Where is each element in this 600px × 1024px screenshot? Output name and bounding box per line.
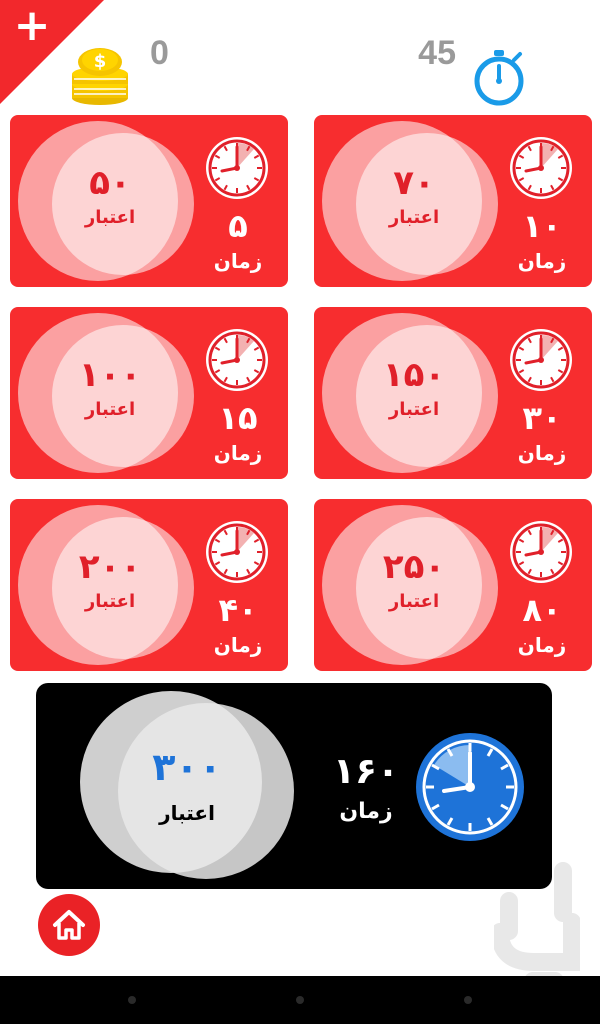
credit-value: ۷۰ [393,163,435,203]
time-value: ۵ [228,207,248,245]
featured-time-label: زمان [339,799,393,824]
clock-icon [204,327,270,393]
time-label: زمان [517,441,567,465]
home-icon [53,910,85,940]
nav-back-button[interactable] [128,996,136,1004]
time-label: زمان [517,249,567,273]
home-button[interactable] [38,894,100,956]
time-label: زمان [213,441,263,465]
plus-icon[interactable]: + [12,4,52,48]
svg-text:$: $ [94,51,107,72]
credit-label: اعتبار [84,207,136,228]
clock-icon [508,327,574,393]
time-label: زمان [517,633,567,657]
package-card[interactable]: ۲۰۰ اعتبار ۴۰ زمان [10,499,288,671]
credit-label: اعتبار [388,591,440,612]
featured-credit-value: ۳۰۰ [152,745,222,789]
system-nav-bar [0,976,600,1024]
package-card[interactable]: ۵۰ اعتبار ۵ زمان [10,115,288,287]
clock-icon [204,135,270,201]
credit-value: ۱۵۰ [382,355,446,395]
nav-home-button[interactable] [296,996,304,1004]
credit-value: ۵۰ [89,163,131,203]
featured-clock-icon [416,733,524,841]
credit-label: اعتبار [388,399,440,420]
credit-value: ۱۰۰ [78,355,142,395]
credit-label: اعتبار [84,399,136,420]
package-card[interactable]: ۷۰ اعتبار ۱۰ زمان [314,115,592,287]
featured-time-value: ۱۶۰ [333,751,399,792]
time-value: ۱۵ [218,399,258,437]
credit-value: ۲۰۰ [78,547,142,587]
stopwatch-icon [474,50,524,106]
time-value: ۸۰ [522,591,562,629]
time-label: زمان [213,633,263,657]
time-label: زمان [213,249,263,273]
clock-icon [508,135,574,201]
package-card[interactable]: ۱۵۰ اعتبار ۳۰ زمان [314,307,592,479]
credit-label: اعتبار [84,591,136,612]
time-count: 45 [418,34,456,72]
coins-icon: $ [72,48,128,105]
nav-recents-button[interactable] [464,996,472,1004]
credit-label: اعتبار [388,207,440,228]
clock-icon [204,519,270,585]
featured-package-card[interactable]: ۳۰۰ اعتبار ۱۶۰ زمان [36,683,552,889]
package-card[interactable]: ۲۵۰ اعتبار ۸۰ زمان [314,499,592,671]
time-value: ۳۰ [522,399,562,437]
credit-value: ۲۵۰ [382,547,446,587]
package-card[interactable]: ۱۰۰ اعتبار ۱۵ زمان [10,307,288,479]
coin-count: 0 [150,34,169,72]
clock-icon [508,519,574,585]
featured-credit-label: اعتبار [159,801,215,825]
time-value: ۴۰ [218,591,258,629]
time-value: ۱۰ [522,207,562,245]
